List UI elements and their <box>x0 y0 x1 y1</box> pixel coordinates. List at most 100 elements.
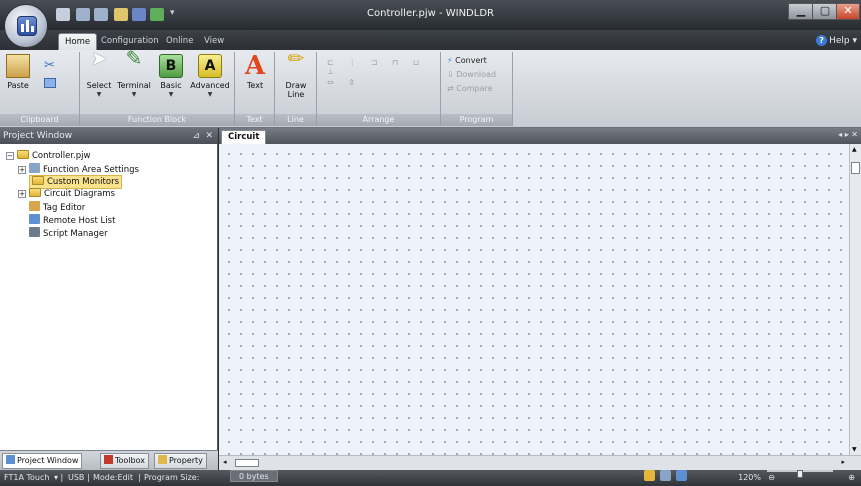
text-label: Text <box>246 81 264 90</box>
basic-button[interactable]: B Basic ▼ <box>156 54 186 100</box>
download-button[interactable]: ⇩ Download <box>447 70 496 79</box>
panel-close-icon[interactable]: ✕ <box>205 128 213 144</box>
network-icon <box>29 214 40 224</box>
tab-project-window[interactable]: Project Window <box>2 453 83 469</box>
scroll-left-icon[interactable]: ◂ <box>223 458 227 466</box>
tab-circuit[interactable]: Circuit <box>221 130 267 144</box>
toolbox-icon <box>104 455 113 464</box>
group-label-arrange: Arrange <box>317 114 440 126</box>
collapse-icon[interactable]: − <box>6 152 14 160</box>
view-normal-icon[interactable] <box>644 470 655 481</box>
horizontal-scrollbar[interactable]: ◂ ▸ <box>219 455 861 470</box>
paste-label: Paste <box>7 81 29 90</box>
zoom-out-icon[interactable]: ⊖ <box>768 470 775 486</box>
vertical-scrollbar[interactable]: ▲ ▼ <box>849 144 861 455</box>
basic-label: Basic <box>160 81 182 90</box>
scroll-right-icon[interactable]: ▸ <box>841 458 845 466</box>
status-bar: FT1A Touch ▾ | USB | Mode:Edit | Program… <box>0 470 861 486</box>
ladder-grid-canvas[interactable] <box>219 144 849 455</box>
minimize-button[interactable]: ▁ <box>788 3 814 20</box>
tab-navigation[interactable]: ◂ ▸ ✕ <box>838 130 858 139</box>
paste-button[interactable]: Paste <box>2 54 34 100</box>
settings-icon <box>29 163 40 173</box>
folder-icon <box>32 176 44 185</box>
tree-item-script-manager[interactable]: Script Manager <box>29 227 108 240</box>
advanced-icon: A <box>198 54 222 78</box>
status-program-size: Program Size: <box>144 473 200 482</box>
scroll-down-icon[interactable]: ▼ <box>852 446 857 453</box>
scroll-up-icon[interactable]: ▲ <box>852 146 857 153</box>
close-button[interactable]: ✕ <box>836 3 860 20</box>
tree-label: Remote Host List <box>43 216 116 226</box>
compare-label: Compare <box>456 84 493 93</box>
compare-button[interactable]: ⇄ Compare <box>447 84 493 93</box>
group-function-block: ➤ Select ▼ ✎ Terminal ▼ B Basic ▼ A Advance… <box>80 46 235 126</box>
pin-icon[interactable]: ⊿ <box>192 128 200 144</box>
horizontal-scroll-thumb[interactable] <box>235 459 259 467</box>
tree-item-root[interactable]: − Controller.pjw <box>6 150 90 162</box>
folder-icon <box>29 188 41 197</box>
property-icon <box>158 455 167 464</box>
vertical-scroll-thumb[interactable] <box>851 162 860 174</box>
tree-item-custom-monitors[interactable]: Custom Monitors <box>29 175 123 189</box>
tree-label: Tag Editor <box>43 203 86 213</box>
view-full-icon[interactable] <box>676 470 687 481</box>
view-layout-icon[interactable] <box>660 470 671 481</box>
help-label: Help <box>829 36 850 46</box>
status-sep: ▾ | <box>54 473 64 482</box>
group-label-clipboard: Clipboard <box>0 114 79 126</box>
tree-label: Custom Monitors <box>47 177 120 187</box>
download-label: Download <box>456 70 497 79</box>
group-line: ✏ Draw Line Line <box>275 48 317 126</box>
distribute-icons[interactable]: ⇔ ⇕ <box>327 78 361 87</box>
terminal-icon: ✎ <box>125 46 143 70</box>
advanced-button[interactable]: A Advanced ▼ <box>188 54 232 100</box>
copy-icon[interactable] <box>44 78 56 88</box>
cut-icon[interactable]: ✂ <box>44 58 56 73</box>
tree-label: Circuit Diagrams <box>44 189 115 199</box>
select-button[interactable]: ➤ Select ▼ <box>84 46 114 100</box>
pointer-icon: ➤ <box>90 46 108 70</box>
group-label-function-block: Function Block <box>80 114 234 126</box>
tree-item-tag-editor[interactable]: Tag Editor <box>29 201 85 214</box>
script-icon <box>29 227 40 237</box>
zoom-slider-thumb[interactable] <box>797 470 803 478</box>
tab-view[interactable]: View <box>198 33 230 50</box>
draw-line-button[interactable]: ✏ Draw Line <box>279 48 313 100</box>
zoom-in-icon[interactable]: ⊕ <box>848 470 855 486</box>
terminal-button[interactable]: ✎ Terminal ▼ <box>116 46 152 100</box>
convert-label: Convert <box>455 56 487 65</box>
tab-online[interactable]: Online <box>160 33 199 50</box>
convert-icon: ⚡ <box>447 56 453 65</box>
tree-label: Controller.pjw <box>32 151 91 161</box>
status-plc: FT1A Touch <box>4 473 50 482</box>
compare-icon: ⇄ <box>447 84 454 93</box>
expand-icon[interactable]: + <box>18 190 26 198</box>
status-sep: | <box>87 473 90 482</box>
help-button[interactable]: ? Help ▾ <box>816 35 857 46</box>
convert-button[interactable]: ⚡ Convert <box>447 56 487 65</box>
folder-icon <box>17 150 29 159</box>
group-clipboard: Paste ✂ Clipboard <box>0 52 80 126</box>
application-button[interactable] <box>4 4 48 48</box>
tree-item-remote-host-list[interactable]: Remote Host List <box>29 214 115 227</box>
tab-property[interactable]: Property <box>154 453 207 469</box>
status-sep: | <box>138 473 141 482</box>
draw-line-label: Draw Line <box>285 81 307 99</box>
text-button[interactable]: A Text <box>239 53 271 100</box>
status-port: USB <box>68 473 85 482</box>
status-mode: Mode:Edit <box>93 473 133 482</box>
document-tab-bar: Circuit ◂ ▸ ✕ <box>219 128 861 144</box>
select-label: Select <box>86 81 112 90</box>
maximize-button[interactable]: ▢ <box>812 3 838 20</box>
group-arrange: ⊏ ⋮ ⊐ ⊓ ⊔ ⊥ ⇔ ⇕ Arrange <box>317 52 441 126</box>
align-icons[interactable]: ⊏ ⋮ ⊐ ⊓ ⊔ ⊥ <box>327 58 440 76</box>
tree-item-circuit-diagrams[interactable]: + Circuit Diagrams <box>18 188 115 200</box>
tab-toolbox[interactable]: Toolbox <box>100 453 149 469</box>
project-panel-tabs: Project Window Toolbox Property <box>0 450 218 470</box>
group-label-line: Line <box>275 114 316 126</box>
expand-icon[interactable]: + <box>18 166 26 174</box>
tree-label: Function Area Settings <box>43 165 139 175</box>
group-text: A Text Text <box>235 52 275 126</box>
clipboard-icon <box>6 54 30 78</box>
